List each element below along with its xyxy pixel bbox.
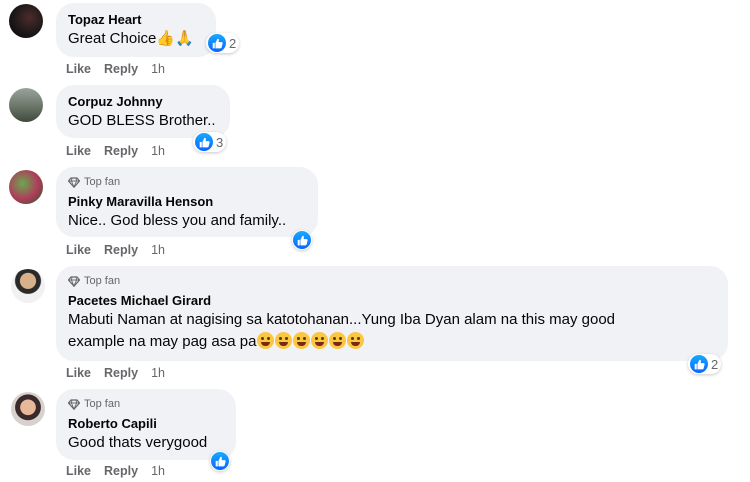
comment-bubble: Top fan Pacetes Michael Girard Mabuti Na… — [56, 266, 728, 361]
comment-actions: Like Reply 1h — [66, 243, 165, 257]
comment-text: Nice.. God bless you and family.. — [68, 212, 287, 229]
commenter-name[interactable]: Corpuz Johnny — [68, 93, 218, 110]
timestamp[interactable]: 1h — [151, 62, 165, 76]
comment-bubble: Top fan Pinky Maravilla Henson Nice.. Go… — [56, 167, 318, 237]
comment: Topaz Heart Great Choice👍🙏 2 Like Reply … — [0, 0, 750, 80]
comment-bubble: Top fan Roberto Capili Good thats verygo… — [56, 389, 236, 460]
smiley-emoji-icon — [329, 332, 347, 349]
like-reaction-icon — [195, 133, 213, 151]
reaction-count[interactable]: 2 — [206, 33, 240, 53]
reaction-badge[interactable] — [292, 230, 312, 250]
reply-button[interactable]: Reply — [104, 62, 138, 76]
diamond-icon — [68, 176, 80, 188]
diamond-icon — [68, 398, 80, 410]
like-button[interactable]: Like — [66, 144, 91, 158]
comment-text: Mabuti Naman at nagising sa katotohanan.… — [68, 309, 716, 353]
smiley-emoji-icon — [311, 332, 329, 349]
comment-bubble: Topaz Heart Great Choice👍🙏 — [56, 3, 216, 57]
commenter-name[interactable]: Pinky Maravilla Henson — [68, 193, 306, 210]
comment-text: GOD BLESS Brother.. — [68, 112, 216, 129]
reaction-count-number: 2 — [711, 356, 719, 372]
comment-text-line: example na may pag asa pa — [68, 333, 257, 350]
like-reaction-icon — [208, 34, 226, 52]
comment-text-line: Mabuti Naman at nagising sa katotohanan.… — [68, 311, 616, 328]
timestamp[interactable]: 1h — [151, 366, 165, 380]
comment-text: Great Choice👍🙏 — [68, 28, 204, 50]
comment-text-content: Great Choice — [68, 30, 157, 47]
like-button[interactable]: Like — [66, 464, 91, 478]
comment-actions: Like Reply 1h — [66, 366, 165, 380]
comment-actions: Like Reply 1h — [66, 144, 165, 158]
reaction-badge[interactable] — [210, 451, 230, 471]
avatar[interactable] — [9, 88, 43, 122]
comment-text: Good thats verygood — [68, 434, 208, 451]
reply-button[interactable]: Reply — [104, 464, 138, 478]
diamond-icon — [68, 275, 80, 287]
comment: Corpuz Johnny GOD BLESS Brother.. 3 Like… — [0, 84, 750, 164]
avatar[interactable] — [9, 170, 43, 204]
timestamp[interactable]: 1h — [151, 243, 165, 257]
comment: Top fan Roberto Capili Good thats verygo… — [0, 388, 750, 482]
like-button[interactable]: Like — [66, 366, 91, 380]
timestamp[interactable]: 1h — [151, 144, 165, 158]
top-fan-badge[interactable]: Top fan — [68, 175, 306, 189]
like-reaction-icon — [211, 452, 229, 470]
like-reaction-icon — [293, 231, 311, 249]
comment-bubble: Corpuz Johnny GOD BLESS Brother.. — [56, 85, 230, 138]
comment: Top fan Pinky Maravilla Henson Nice.. Go… — [0, 166, 750, 262]
reply-button[interactable]: Reply — [104, 243, 138, 257]
reaction-count[interactable]: 3 — [193, 132, 227, 152]
reaction-count-number: 2 — [229, 35, 237, 51]
comment-actions: Like Reply 1h — [66, 464, 165, 478]
reaction-count[interactable]: 2 — [688, 354, 722, 374]
top-fan-badge[interactable]: Top fan — [68, 274, 716, 288]
commenter-name[interactable]: Pacetes Michael Girard — [68, 292, 716, 309]
smiley-emoji-icon — [347, 332, 365, 349]
commenter-name[interactable]: Topaz Heart — [68, 11, 204, 28]
avatar[interactable] — [11, 392, 45, 426]
smiley-emoji-icon — [293, 332, 311, 349]
top-fan-badge[interactable]: Top fan — [68, 397, 224, 411]
avatar[interactable] — [11, 269, 45, 303]
smiley-emoji-icon — [257, 332, 275, 349]
thumbs-up-emoji-icon: 👍 — [156, 30, 176, 47]
timestamp[interactable]: 1h — [151, 464, 165, 478]
reaction-count-number: 3 — [216, 134, 224, 150]
like-button[interactable]: Like — [66, 62, 91, 76]
top-fan-label: Top fan — [84, 275, 121, 287]
top-fan-label: Top fan — [84, 398, 121, 410]
like-button[interactable]: Like — [66, 243, 91, 257]
pray-emoji-icon: 🙏 — [175, 30, 194, 47]
commenter-name[interactable]: Roberto Capili — [68, 415, 224, 432]
top-fan-label: Top fan — [84, 176, 121, 188]
reply-button[interactable]: Reply — [104, 144, 138, 158]
avatar[interactable] — [9, 4, 43, 38]
comment-actions: Like Reply 1h — [66, 62, 165, 76]
like-reaction-icon — [690, 355, 708, 373]
smiley-emoji-icon — [275, 332, 293, 349]
comment: Top fan Pacetes Michael Girard Mabuti Na… — [0, 265, 750, 385]
reply-button[interactable]: Reply — [104, 366, 138, 380]
